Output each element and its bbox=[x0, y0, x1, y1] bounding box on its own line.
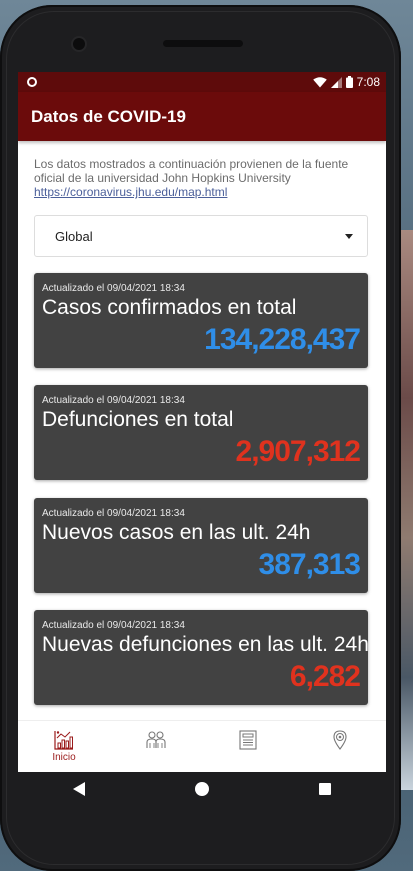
stat-card-total-deaths: Actualizado el 09/04/2021 18:34 Defuncio… bbox=[34, 385, 368, 480]
dropdown-arrow-icon bbox=[345, 233, 353, 239]
back-button[interactable] bbox=[59, 772, 99, 806]
location-icon bbox=[333, 730, 347, 750]
region-dropdown-value: Global bbox=[55, 228, 93, 244]
nav-item-location[interactable] bbox=[310, 721, 370, 769]
card-title: Casos confirmados en total bbox=[42, 296, 297, 319]
nav-item-news[interactable] bbox=[218, 721, 278, 769]
people-icon bbox=[146, 731, 166, 748]
app-title: Datos de COVID-19 bbox=[31, 106, 186, 126]
home-button[interactable] bbox=[182, 772, 222, 806]
signal-icon bbox=[330, 76, 342, 88]
card-updated-text: Actualizado el 09/04/2021 18:34 bbox=[42, 283, 185, 294]
system-navigation-bar bbox=[18, 772, 386, 806]
recents-button[interactable] bbox=[305, 772, 345, 806]
card-updated-text: Actualizado el 09/04/2021 18:34 bbox=[42, 620, 185, 631]
front-camera bbox=[73, 38, 85, 50]
status-icons: 7:08 bbox=[312, 75, 380, 89]
status-bar: 7:08 bbox=[18, 72, 386, 92]
back-triangle-icon bbox=[73, 782, 86, 796]
status-time: 7:08 bbox=[356, 75, 380, 89]
news-icon bbox=[239, 730, 257, 750]
home-circle-icon bbox=[194, 782, 209, 796]
card-title: Nuevos casos en las ult. 24h bbox=[42, 521, 311, 544]
source-link[interactable]: https://coronavirus.jhu.edu/map.html bbox=[34, 185, 354, 199]
nav-label-inicio: Inicio bbox=[52, 752, 76, 763]
nav-item-inicio[interactable]: Inicio bbox=[34, 721, 94, 769]
recents-square-icon bbox=[318, 783, 331, 795]
card-value: 134,228,437 bbox=[204, 323, 361, 356]
earpiece-speaker bbox=[163, 40, 243, 47]
source-description: Los datos mostrados a continuación provi… bbox=[34, 157, 354, 199]
stat-card-total-cases: Actualizado el 09/04/2021 18:34 Casos co… bbox=[34, 273, 368, 368]
stat-card-new-deaths: Actualizado el 09/04/2021 18:34 Nuevas d… bbox=[34, 610, 369, 705]
card-value: 2,907,312 bbox=[235, 435, 361, 468]
card-title: Defunciones en total bbox=[42, 408, 234, 431]
chart-icon bbox=[54, 731, 73, 750]
card-value: 6,282 bbox=[289, 660, 361, 693]
bottom-navigation: Inicio bbox=[18, 720, 386, 772]
stat-card-new-cases: Actualizado el 09/04/2021 18:34 Nuevos c… bbox=[34, 498, 368, 593]
app-screen: 7:08 Datos de COVID-19 Los datos mostrad… bbox=[18, 72, 386, 772]
region-dropdown[interactable]: Global bbox=[34, 215, 368, 257]
card-updated-text: Actualizado el 09/04/2021 18:34 bbox=[42, 395, 185, 406]
nav-item-people[interactable] bbox=[126, 721, 186, 769]
card-value: 387,313 bbox=[258, 548, 361, 581]
wifi-icon bbox=[312, 76, 327, 87]
card-updated-text: Actualizado el 09/04/2021 18:34 bbox=[42, 508, 185, 519]
source-text: Los datos mostrados a continuación provi… bbox=[34, 157, 349, 185]
app-bar: Datos de COVID-19 bbox=[18, 92, 386, 141]
card-title: Nuevas defunciones en las ult. 24h bbox=[42, 633, 369, 656]
battery-icon bbox=[345, 76, 353, 88]
notification-icon bbox=[27, 77, 37, 87]
